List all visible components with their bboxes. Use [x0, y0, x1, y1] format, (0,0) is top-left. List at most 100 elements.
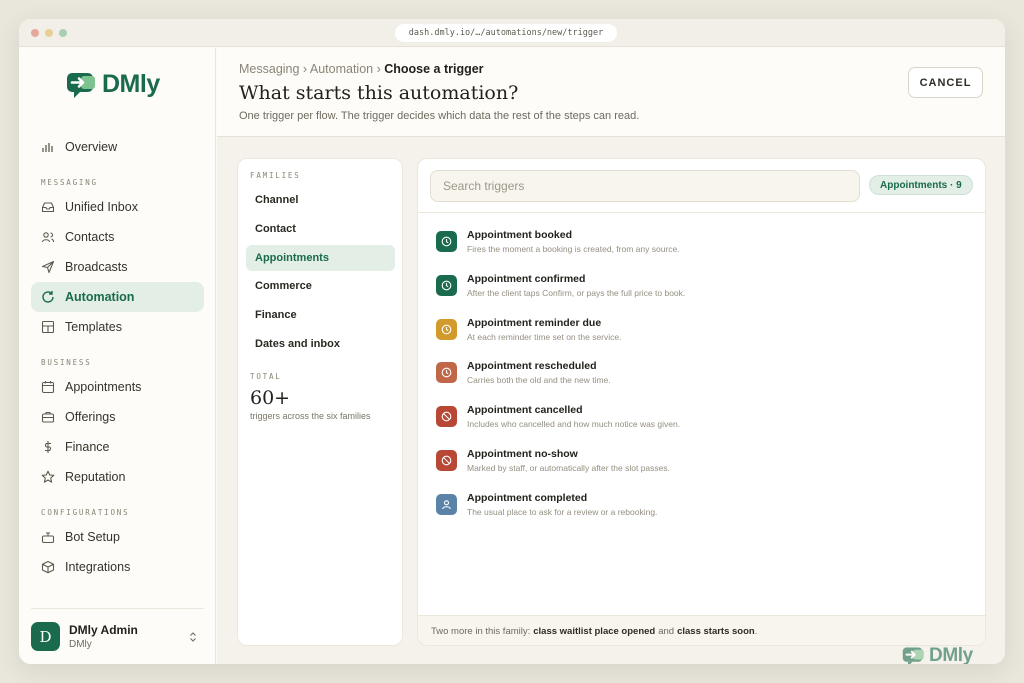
- section-label-business: BUSINESS: [41, 358, 92, 367]
- user-info: DMly Admin DMly: [69, 623, 184, 650]
- bot-icon: [41, 530, 55, 544]
- trigger-title: Appointment booked: [467, 229, 572, 241]
- user-org: DMly: [69, 639, 92, 650]
- page-title: What starts this automation?: [239, 82, 519, 104]
- clock-icon: [436, 274, 457, 296]
- family-item-channel[interactable]: Channel: [246, 187, 395, 213]
- sidebar-item-label: Contacts: [65, 230, 115, 244]
- filter-pill[interactable]: Appointments · 9: [869, 175, 973, 195]
- page-subtitle: One trigger per flow. The trigger decide…: [239, 110, 640, 122]
- family-item-commerce[interactable]: Commerce: [246, 273, 395, 299]
- sidebar-item-label: Finance: [65, 440, 110, 454]
- trigger-description: Carries both the old and the new time.: [467, 375, 611, 386]
- chat-arrow-logo-icon: [67, 72, 95, 98]
- layout-icon: [41, 320, 55, 334]
- sidebar-item-reputation[interactable]: Reputation: [31, 462, 204, 492]
- trigger-title: Appointment reminder due: [467, 316, 602, 329]
- trigger-title: Appointment rescheduled: [467, 360, 597, 373]
- trigger-description: Fires the moment a booking is created, f…: [467, 244, 680, 254]
- sidebar-item-overview[interactable]: Overview: [31, 132, 204, 162]
- minimize-window-dot[interactable]: [45, 29, 53, 37]
- chat-arrow-logo-icon: [902, 647, 924, 664]
- total-count: 60+: [250, 387, 291, 409]
- trigger-item[interactable]: Appointment completed The usual place to …: [436, 492, 956, 532]
- family-item-contact[interactable]: Contact: [246, 216, 395, 242]
- sidebar: DMly Overview MESSAGING Unified Inbox Co…: [19, 48, 216, 664]
- sidebar-item-label: Offerings: [65, 410, 116, 424]
- trigger-title: Appointment confirmed: [467, 272, 586, 285]
- page-header: Messaging › Automation › Choose a trigge…: [217, 48, 1005, 137]
- sidebar-item-automation[interactable]: Automation: [31, 282, 204, 312]
- trigger-description: After the client taps Confirm, or pays t…: [467, 287, 686, 298]
- sidebar-item-label: Integrations: [65, 560, 131, 574]
- user-icon: [436, 493, 457, 515]
- divider: [418, 212, 985, 213]
- browser-titlebar: dash.dmly.io/…/automations/new/trigger: [19, 19, 1005, 47]
- star-icon: [41, 470, 55, 484]
- family-item-finance[interactable]: Finance: [246, 302, 395, 328]
- sidebar-item-label: Automation: [65, 290, 135, 304]
- footer-prefix: Two more in this family:: [431, 626, 531, 637]
- brand-logo[interactable]: DMly: [66, 70, 160, 99]
- dollar-icon: [41, 440, 55, 454]
- refresh-icon: [41, 290, 55, 304]
- trigger-title: Appointment no-show: [467, 448, 578, 460]
- sidebar-item-broadcasts[interactable]: Broadcasts: [31, 252, 204, 282]
- briefcase-icon: [41, 410, 55, 424]
- family-item-dates-and-inbox[interactable]: Dates and inbox: [246, 331, 395, 357]
- sidebar-item-contacts[interactable]: Contacts: [31, 222, 204, 252]
- trigger-text: Appointment booked Fires the moment a boo…: [467, 229, 680, 254]
- trigger-description: Marked by staff, or automatically after …: [467, 463, 670, 473]
- trigger-item[interactable]: Appointment confirmed After the client ta…: [436, 273, 956, 313]
- trigger-text: Appointment completed The usual place to …: [467, 492, 657, 517]
- main-content: Messaging › Automation › Choose a trigge…: [217, 48, 1005, 664]
- cancel-button[interactable]: CANCEL: [908, 67, 983, 98]
- sidebar-item-label: Appointments: [65, 380, 142, 394]
- sidebar-item-label: Unified Inbox: [65, 200, 138, 214]
- search-input[interactable]: Search triggers: [430, 170, 860, 202]
- url-bar[interactable]: dash.dmly.io/…/automations/new/trigger: [395, 24, 617, 42]
- trigger-item[interactable]: Appointment reminder due At each reminder…: [436, 317, 956, 357]
- sidebar-item-unified-inbox[interactable]: Unified Inbox: [31, 192, 204, 222]
- breadcrumb-messaging[interactable]: Messaging: [239, 62, 299, 76]
- clock-icon: [436, 231, 457, 252]
- inbox-icon: [41, 200, 55, 214]
- sidebar-item-label: Bot Setup: [65, 530, 120, 544]
- breadcrumb: Messaging › Automation › Choose a trigge…: [239, 62, 484, 76]
- avatar: D: [31, 622, 60, 651]
- bar-chart-icon: [41, 140, 55, 154]
- clock-icon: [436, 318, 457, 340]
- trigger-item[interactable]: Appointment rescheduled Carries both the …: [436, 360, 956, 400]
- section-label-configurations: CONFIGURATIONS: [41, 508, 130, 517]
- sidebar-item-templates[interactable]: Templates: [31, 312, 204, 342]
- user-menu[interactable]: D DMly Admin DMly: [31, 608, 204, 664]
- trigger-text: Appointment reminder due At each reminder…: [467, 317, 622, 342]
- sidebar-item-appointments[interactable]: Appointments: [31, 372, 204, 402]
- trigger-title: Appointment completed: [467, 491, 588, 504]
- trigger-item[interactable]: Appointment booked Fires the moment a boo…: [436, 229, 956, 269]
- close-window-dot[interactable]: [31, 29, 39, 37]
- breadcrumb-automation[interactable]: Automation: [310, 62, 373, 76]
- families-label: FAMILIES: [250, 171, 301, 180]
- footer-item-2: class starts soon: [677, 626, 755, 637]
- chevron-updown-icon[interactable]: [188, 631, 198, 643]
- sidebar-item-label: Broadcasts: [65, 260, 128, 274]
- trigger-item[interactable]: Appointment cancelled Includes who cancel…: [436, 404, 956, 444]
- calendar-icon: [41, 380, 55, 394]
- section-label-messaging: MESSAGING: [41, 178, 98, 187]
- send-icon: [41, 260, 55, 274]
- app-window: dash.dmly.io/…/automations/new/trigger D…: [19, 19, 1005, 664]
- sidebar-item-integrations[interactable]: Integrations: [31, 552, 204, 582]
- trigger-item[interactable]: Appointment no-show Marked by staff, or a…: [436, 448, 956, 488]
- sidebar-item-label: Reputation: [65, 470, 126, 484]
- sidebar-item-bot-setup[interactable]: Bot Setup: [31, 522, 204, 552]
- triggers-panel: Search triggers Appointments · 9 Appoint…: [417, 158, 986, 646]
- family-item-appointments[interactable]: Appointments: [246, 245, 395, 271]
- trigger-text: Appointment cancelled Includes who cancel…: [467, 404, 680, 429]
- box-icon: [41, 560, 55, 574]
- sidebar-item-label: Overview: [65, 140, 118, 154]
- maximize-window-dot[interactable]: [59, 29, 67, 37]
- sidebar-item-offerings[interactable]: Offerings: [31, 402, 204, 432]
- clock-icon: [436, 362, 457, 384]
- sidebar-item-finance[interactable]: Finance: [31, 432, 204, 462]
